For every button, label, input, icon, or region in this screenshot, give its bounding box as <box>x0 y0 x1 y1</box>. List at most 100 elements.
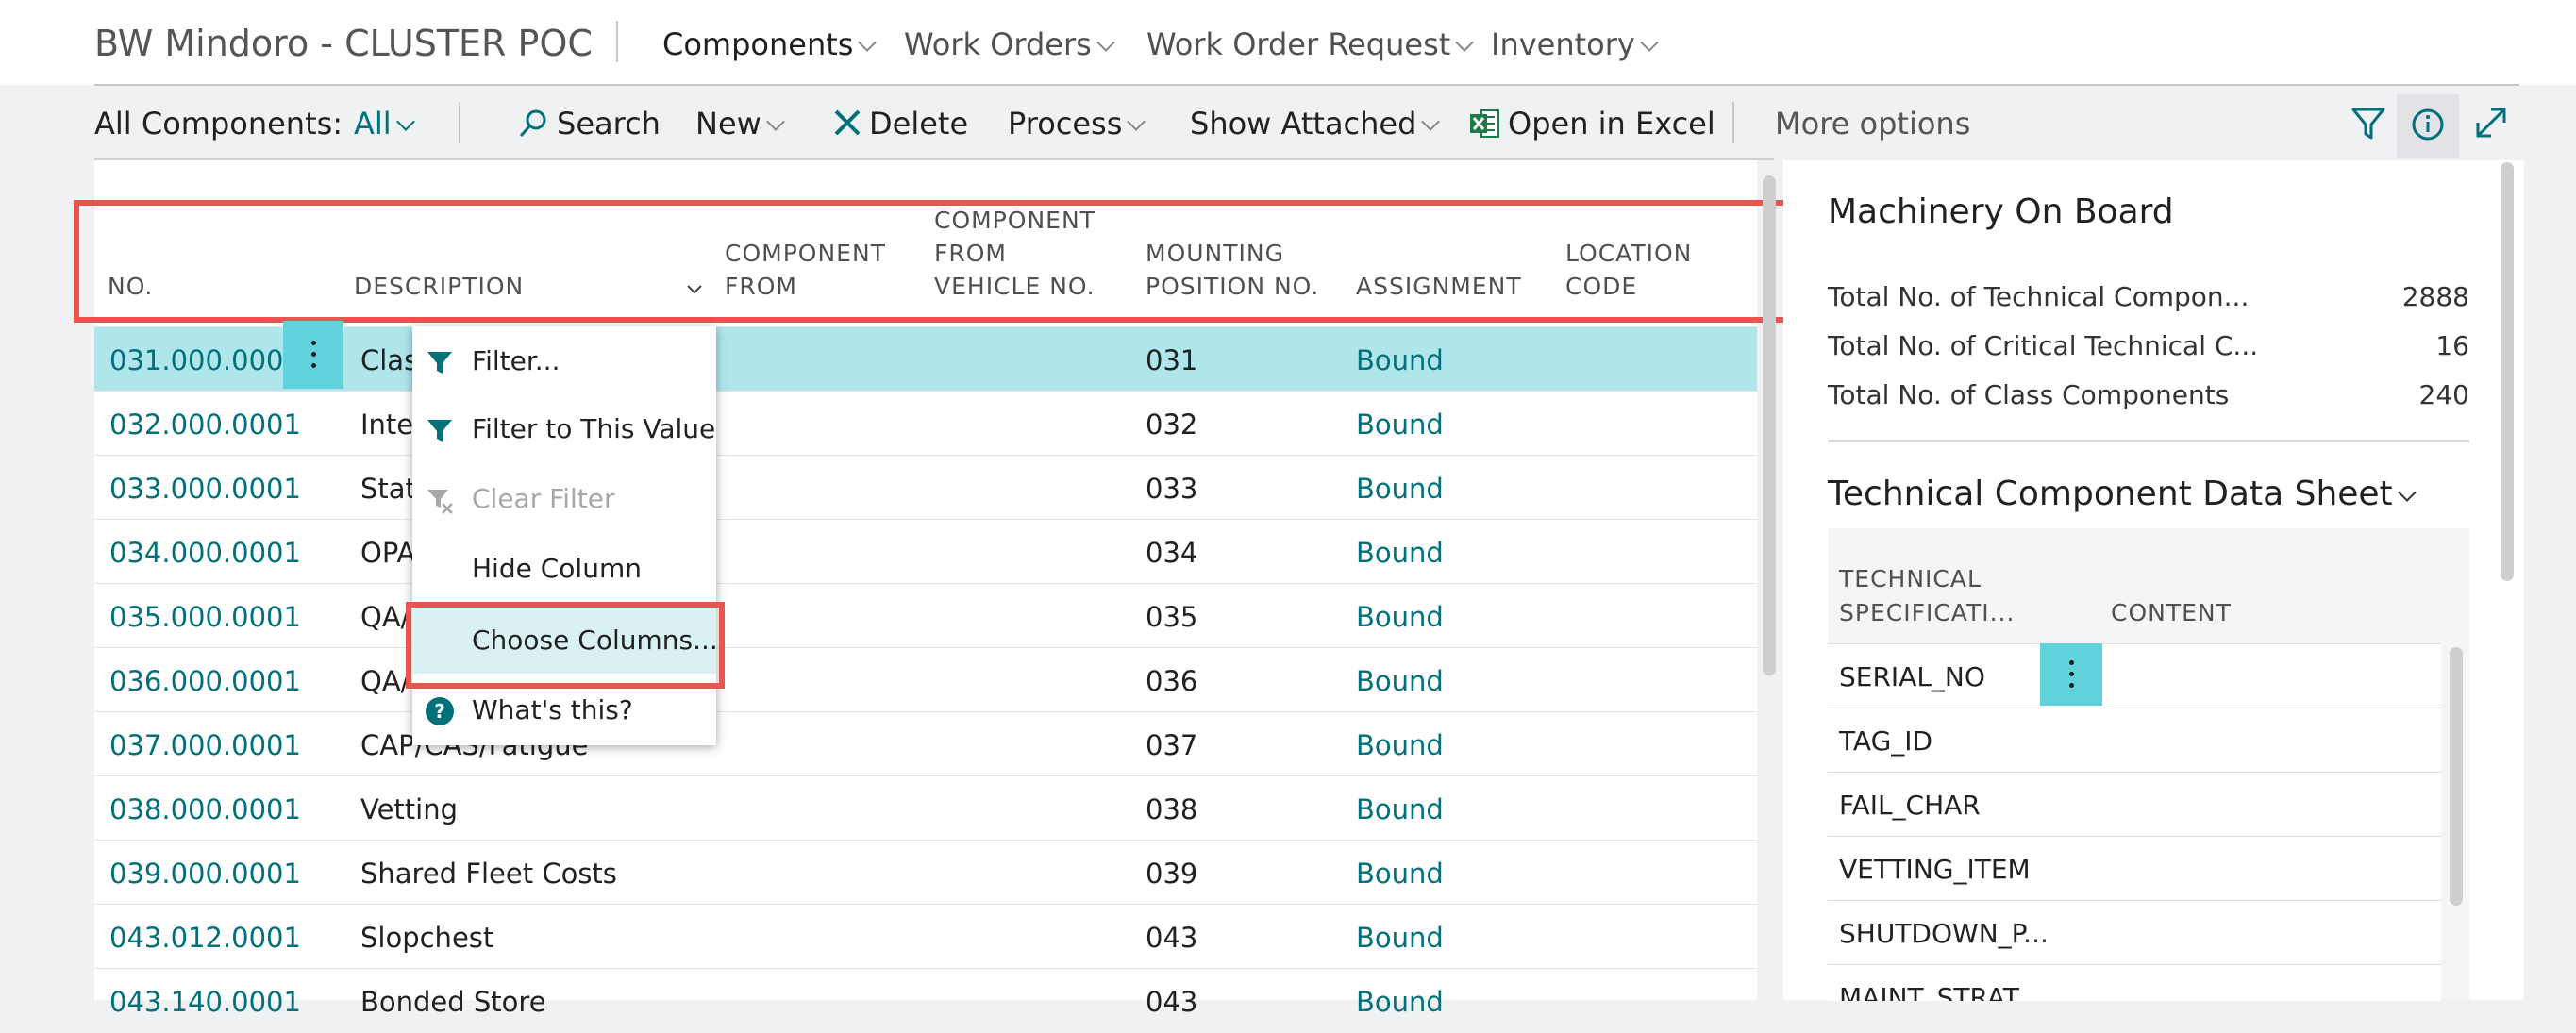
stat-value[interactable]: 240 <box>2419 379 2469 410</box>
factbox-title: Machinery On Board <box>1828 192 2174 231</box>
row-assignment[interactable]: Bound <box>1356 344 1444 376</box>
row-no[interactable]: 031.000.0001 <box>109 344 301 376</box>
table-row[interactable]: 039.000.0001 Shared Fleet Costs 039 Boun… <box>94 840 1757 905</box>
stat-row[interactable]: Total No. of Class Components 240 <box>1828 379 2469 410</box>
menu-item-label: Filter... <box>472 345 560 376</box>
row-mounting-position: 039 <box>1146 858 1198 890</box>
datasheet-row[interactable]: SHUTDOWN_P... <box>1828 900 2441 965</box>
row-description: QA/ <box>360 601 410 633</box>
stat-value[interactable]: 16 <box>2435 330 2469 361</box>
more-options-button[interactable]: More options <box>1775 106 1970 142</box>
nav-label: Work Order Request <box>1146 26 1451 62</box>
new-label: New <box>695 106 761 142</box>
datasheet-title[interactable]: Technical Component Data Sheet <box>1828 475 2417 513</box>
divider <box>94 84 2519 86</box>
chevron-down-icon <box>1639 33 1659 52</box>
datasheet-spec: VETTING_ITEM <box>1839 854 2031 885</box>
datasheet-spec: TAG_ID <box>1839 725 1933 757</box>
row-no[interactable]: 043.012.0001 <box>109 922 301 954</box>
more-vertical-icon <box>2068 660 2074 689</box>
table-row[interactable]: 043.140.0001 Bonded Store 043 Bound <box>94 968 1757 1033</box>
table-row[interactable]: 037.000.0001 CAP/CAS/Fatigue 037 Bound <box>94 711 1757 776</box>
row-no[interactable]: 043.140.0001 <box>109 986 301 1018</box>
process-label: Process <box>1008 106 1123 142</box>
row-no[interactable]: 036.000.0001 <box>109 665 301 697</box>
datasheet-spec: MAINT_STRAT... <box>1839 982 2042 1001</box>
row-no[interactable]: 039.000.0001 <box>109 858 301 890</box>
table-row[interactable]: 036.000.0001 QA/ 036 Bound <box>94 647 1757 712</box>
stat-row[interactable]: Total No. of Critical Technical C... 16 <box>1828 330 2469 361</box>
process-button[interactable]: Process <box>1008 106 1146 142</box>
datasheet-header-content[interactable]: CONTENT <box>2111 596 2232 630</box>
datasheet-header-spec[interactable]: TECHNICAL SPECIFICATI... <box>1839 562 2015 630</box>
nav-inventory[interactable]: Inventory <box>1491 26 1659 62</box>
datasheet-scrollbar[interactable] <box>2450 647 2463 906</box>
nav-work-orders[interactable]: Work Orders <box>904 26 1115 62</box>
menu-item-filter-to-value[interactable]: Filter to This Value <box>412 394 716 462</box>
app-bar: BW Mindoro - CLUSTER POC Components Work… <box>0 0 2576 85</box>
factbox-scrollbar[interactable] <box>2501 162 2514 581</box>
open-in-excel-button[interactable]: Open in Excel <box>1468 106 1715 142</box>
row-assignment[interactable]: Bound <box>1356 665 1444 697</box>
table-row[interactable]: 038.000.0001 Vetting 038 Bound <box>94 775 1757 841</box>
datasheet-row[interactable]: MAINT_STRAT... <box>1828 964 2441 1001</box>
row-description: Vetting <box>360 793 459 825</box>
row-assignment[interactable]: Bound <box>1356 408 1444 441</box>
row-no[interactable]: 032.000.0001 <box>109 408 301 441</box>
menu-item-hide-column[interactable]: Hide Column <box>412 534 716 602</box>
datasheet-row[interactable]: VETTING_ITEM <box>1828 836 2441 901</box>
datasheet-spec: SERIAL_NO <box>1839 661 1985 692</box>
table-row[interactable]: 031.000.0001 Class 031 Bound <box>94 326 1757 392</box>
row-no[interactable]: 034.000.0001 <box>109 537 301 569</box>
clear-filter-icon <box>427 490 453 514</box>
table-row[interactable]: 032.000.0001 Inter 032 Bound <box>94 391 1757 456</box>
row-assignment[interactable]: Bound <box>1356 473 1444 505</box>
nav-work-order-request[interactable]: Work Order Request <box>1146 26 1475 62</box>
row-assignment[interactable]: Bound <box>1356 729 1444 761</box>
info-icon <box>2412 108 2444 141</box>
row-assignment[interactable]: Bound <box>1356 601 1444 633</box>
datasheet-row[interactable]: FAIL_CHAR <box>1828 772 2441 837</box>
row-mounting-position: 033 <box>1146 473 1198 505</box>
row-no[interactable]: 033.000.0001 <box>109 473 301 505</box>
search-button[interactable]: Search <box>517 106 661 142</box>
row-no[interactable]: 035.000.0001 <box>109 601 301 633</box>
filter-pane-button[interactable] <box>2350 102 2387 143</box>
show-attached-label: Show Attached <box>1190 106 1417 142</box>
row-assignment[interactable]: Bound <box>1356 922 1444 954</box>
row-assignment[interactable]: Bound <box>1356 986 1444 1018</box>
new-button[interactable]: New <box>695 106 785 142</box>
row-assignment[interactable]: Bound <box>1356 537 1444 569</box>
row-no[interactable]: 038.000.0001 <box>109 793 301 825</box>
table-row[interactable]: 035.000.0001 QA/ 035 Bound <box>94 583 1757 648</box>
view-filter-dropdown[interactable]: All <box>354 106 415 142</box>
list-scrollbar[interactable] <box>1763 175 1776 675</box>
company-name[interactable]: BW Mindoro - CLUSTER POC <box>94 23 593 64</box>
stat-label: Total No. of Critical Technical C... <box>1828 330 2259 361</box>
more-vertical-icon <box>310 341 316 369</box>
row-assignment[interactable]: Bound <box>1356 858 1444 890</box>
datasheet-row[interactable]: SERIAL_NO <box>1828 643 2441 708</box>
show-attached-button[interactable]: Show Attached <box>1190 106 1441 142</box>
menu-item-filter[interactable]: Filter... <box>412 326 716 394</box>
expand-button[interactable] <box>2470 102 2512 143</box>
delete-button[interactable]: Delete <box>833 106 968 142</box>
table-row[interactable]: 034.000.0001 OPAS 034 Bound <box>94 519 1757 584</box>
table-row[interactable]: 033.000.0001 Statu 033 Bound <box>94 455 1757 520</box>
factbox-toggle-button[interactable] <box>2397 94 2459 158</box>
row-mounting-position: 043 <box>1146 986 1198 1018</box>
row-no[interactable]: 037.000.0001 <box>109 729 301 761</box>
stat-label: Total No. of Technical Compon... <box>1828 281 2250 312</box>
datasheet-row[interactable]: TAG_ID <box>1828 708 2441 773</box>
row-assignment[interactable]: Bound <box>1356 793 1444 825</box>
menu-item-clear-filter[interactable]: Clear Filter <box>412 464 716 532</box>
stat-row[interactable]: Total No. of Technical Compon... 2888 <box>1828 281 2469 312</box>
table-row[interactable]: 043.012.0001 Slopchest 043 Bound <box>94 904 1757 969</box>
nav-components[interactable]: Components <box>662 26 878 62</box>
datasheet-row-actions-button[interactable] <box>2040 643 2102 706</box>
row-mounting-position: 036 <box>1146 665 1198 697</box>
delete-label: Delete <box>869 106 969 142</box>
row-actions-button[interactable] <box>283 321 343 389</box>
choose-columns-highlight-box <box>406 602 725 689</box>
stat-value[interactable]: 2888 <box>2402 281 2469 312</box>
